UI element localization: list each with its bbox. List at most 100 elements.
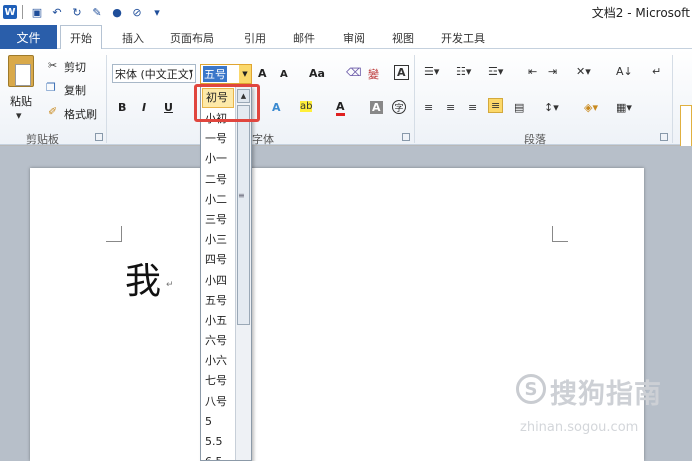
distributed-icon[interactable]: ▤	[514, 101, 524, 114]
font-size-option[interactable]: 小三	[201, 230, 235, 250]
line-spacing-icon[interactable]: ↕▾	[544, 101, 559, 114]
shading-icon[interactable]: ◈▾	[584, 101, 598, 114]
document-text[interactable]: 我	[125, 252, 161, 304]
enclose-characters-icon[interactable]: 字	[392, 100, 406, 114]
tab-mailings[interactable]: 邮件	[293, 28, 315, 48]
tab-review[interactable]: 审阅	[343, 28, 365, 48]
justify-icon[interactable]: ≡	[488, 98, 504, 113]
annotation-highlight-box	[194, 84, 260, 122]
font-size-option[interactable]: 三号	[201, 210, 235, 230]
multilevel-list-icon[interactable]: ☲▾	[488, 65, 503, 78]
tab-view[interactable]: 视图	[392, 28, 414, 48]
qat-separator	[22, 5, 23, 19]
clear-format-icon[interactable]: ⊘	[128, 3, 146, 21]
align-right-icon[interactable]: ≡	[468, 101, 477, 114]
character-shading-icon[interactable]: A	[370, 101, 383, 114]
underline-button[interactable]: U	[164, 101, 173, 114]
font-size-option[interactable]: 6.5	[201, 452, 235, 460]
borders-icon[interactable]: ▦▾	[616, 101, 632, 114]
document-page[interactable]	[30, 168, 644, 461]
align-center-icon[interactable]: ≡	[446, 101, 455, 114]
format-painter-button[interactable]: 格式刷	[64, 106, 97, 122]
scissors-icon[interactable]: ✂	[48, 59, 57, 72]
copy-button[interactable]: 复制	[64, 82, 86, 98]
font-size-option[interactable]: 五号	[201, 291, 235, 311]
paste-options-arrow-icon[interactable]: ▾	[16, 109, 22, 122]
paragraph-dialog-launcher-icon[interactable]	[660, 133, 668, 141]
dropdown-scrollbar[interactable]: ▲ ≡	[235, 87, 251, 460]
save-icon[interactable]: ▣	[28, 3, 46, 21]
character-border-icon[interactable]: A	[394, 65, 409, 80]
font-name-combo[interactable]: 宋体 (中文正文)	[112, 64, 196, 83]
clear-formatting-icon[interactable]: ⌫	[346, 66, 362, 79]
font-size-option[interactable]: 四号	[201, 250, 235, 270]
grow-font-button[interactable]: A	[258, 67, 267, 80]
font-color-icon[interactable]: A	[336, 100, 345, 116]
show-marks-icon[interactable]: ↵	[652, 65, 661, 78]
watermark-text: 搜狗指南	[550, 379, 662, 410]
clipboard-dialog-launcher-icon[interactable]	[95, 133, 103, 141]
watermark-url: zhinan.sogou.com	[520, 420, 639, 435]
undo-icon[interactable]: ↶	[48, 3, 66, 21]
scrollbar-thumb[interactable]	[237, 105, 250, 325]
font-group-label: 字体	[252, 133, 274, 146]
group-separator	[106, 55, 107, 143]
word-logo-icon[interactable]: W	[3, 5, 17, 19]
tab-developer[interactable]: 开发工具	[441, 28, 485, 48]
font-size-option[interactable]: 5.5	[201, 432, 235, 452]
bullets-icon[interactable]: ☰▾	[424, 65, 439, 78]
color-icon[interactable]: ●	[108, 3, 126, 21]
format-painter-icon[interactable]: ✐	[48, 105, 57, 118]
font-size-option[interactable]: 八号	[201, 392, 235, 412]
bold-button[interactable]: B	[118, 101, 126, 114]
shrink-font-button[interactable]: A	[280, 69, 288, 80]
paste-button[interactable]: 粘贴	[10, 93, 32, 109]
text-effects-icon[interactable]: A	[272, 101, 281, 114]
paragraph-mark: ↵	[166, 280, 174, 290]
phonetic-guide-icon[interactable]: 變	[368, 66, 379, 82]
font-size-option[interactable]: 二号	[201, 170, 235, 190]
format-painter-qat-icon[interactable]: ✎	[88, 3, 106, 21]
font-size-value: 五号	[203, 66, 227, 82]
font-size-option[interactable]: 5	[201, 412, 235, 432]
margin-corner-mark	[106, 226, 122, 242]
font-size-option[interactable]: 小六	[201, 351, 235, 371]
font-size-list: 初号 小初 一号 小一 二号 小二 三号 小三 四号 小四 五号 小五 六号 小…	[201, 87, 235, 460]
tab-references[interactable]: 引用	[244, 28, 266, 48]
increase-indent-icon[interactable]: ⇥	[548, 65, 557, 78]
tab-insert[interactable]: 插入	[122, 28, 144, 48]
font-size-option[interactable]: 六号	[201, 331, 235, 351]
tab-file[interactable]: 文件	[0, 25, 57, 49]
font-size-arrow-icon[interactable]: ▼	[239, 65, 251, 83]
ribbon: 粘贴 ▾ ✂ 剪切 ❐ 复制 ✐ 格式刷 剪贴板 宋体 (中文正文) ▾ A A…	[0, 49, 692, 159]
font-size-option[interactable]: 七号	[201, 371, 235, 391]
italic-button[interactable]: I	[142, 101, 146, 114]
font-size-option[interactable]: 一号	[201, 129, 235, 149]
decrease-indent-icon[interactable]: ⇤	[528, 65, 537, 78]
sort-icon[interactable]: A↓	[616, 65, 633, 78]
paragraph-group-label: 段落	[524, 133, 546, 146]
font-size-option[interactable]: 小二	[201, 190, 235, 210]
cut-button[interactable]: 剪切	[64, 59, 86, 75]
sogou-logo-icon: S	[516, 374, 546, 404]
font-name-arrow-icon[interactable]: ▾	[189, 67, 193, 76]
font-size-dropdown: 初号 小初 一号 小一 二号 小二 三号 小三 四号 小四 五号 小五 六号 小…	[200, 86, 252, 461]
font-size-option[interactable]: 小五	[201, 311, 235, 331]
align-left-icon[interactable]: ≡	[424, 101, 433, 114]
numbering-icon[interactable]: ☷▾	[456, 65, 471, 78]
tab-home[interactable]: 开始	[60, 25, 102, 50]
group-separator	[414, 55, 415, 143]
tab-page-layout[interactable]: 页面布局	[170, 28, 214, 48]
font-dialog-launcher-icon[interactable]	[402, 133, 410, 141]
font-size-combo[interactable]: 五号 ▼	[200, 64, 252, 84]
chinese-layout-icon[interactable]: ✕▾	[576, 65, 591, 78]
font-size-option[interactable]: 小四	[201, 271, 235, 291]
copy-icon[interactable]: ❐	[46, 81, 56, 94]
change-case-button[interactable]: Aa	[309, 67, 325, 80]
ribbon-tab-row: 文件 开始 插入 页面布局 引用 邮件 审阅 视图 开发工具	[0, 24, 692, 50]
redo-icon[interactable]: ↻	[68, 3, 86, 21]
customize-qat-icon[interactable]: ▾	[148, 3, 166, 21]
highlight-color-icon[interactable]: ab	[300, 101, 313, 112]
font-size-option[interactable]: 小一	[201, 149, 235, 169]
paste-icon[interactable]	[8, 55, 34, 87]
